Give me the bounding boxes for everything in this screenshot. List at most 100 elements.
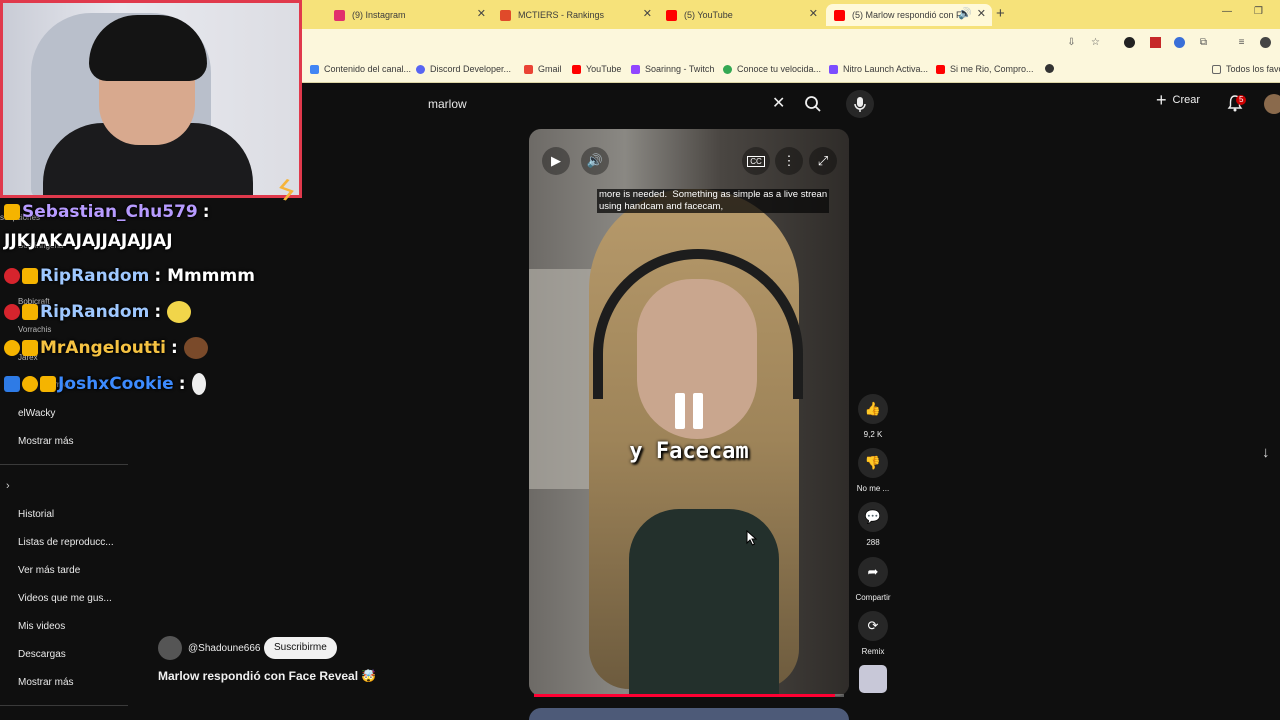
pause-icon[interactable] [667, 389, 711, 433]
instagram-icon [334, 9, 345, 21]
bookmark[interactable]: Nitro Launch Activa... [829, 64, 928, 74]
search-icon[interactable] [804, 95, 822, 113]
bookmark[interactable]: Si me Rio, Compro... [936, 64, 1034, 74]
remix-icon: ⟳ [867, 618, 879, 633]
sidebar-item-my-videos[interactable]: Mis videos [18, 621, 65, 632]
tab-mctiers[interactable]: MCTIERS - Rankings ✕ [492, 4, 658, 26]
bookmark[interactable]: Discord Developer... [416, 64, 511, 74]
crown-badge-icon [4, 204, 20, 220]
speaker-icon[interactable]: 🔊 [958, 7, 972, 20]
search-box[interactable] [418, 92, 794, 116]
bookmark[interactable]: Gmail [524, 64, 562, 74]
create-label: Crear [1172, 94, 1201, 106]
sidebar-item-watch-later[interactable]: Ver más tarde [18, 565, 80, 576]
account-avatar[interactable] [1264, 94, 1280, 114]
extension-icon[interactable] [1174, 37, 1185, 48]
tab-marlow-active[interactable]: (5) Marlow respondió con F 🔊 ✕ [826, 4, 992, 26]
chat-username: Sebastian_Chu579 [22, 202, 198, 222]
globe-icon [1045, 64, 1054, 73]
sound-thumbnail[interactable] [859, 665, 887, 693]
like-count: 9,2 K [863, 430, 883, 439]
close-tab-icon[interactable]: ✕ [809, 7, 818, 20]
close-tab-icon[interactable]: ✕ [643, 7, 652, 20]
volume-button[interactable]: 🔊 [581, 147, 609, 175]
tab-label: (9) Instagram [352, 10, 406, 20]
like-button[interactable]: 👍 [858, 394, 888, 424]
fullscreen-button[interactable]: ⤢ [809, 147, 837, 175]
minion-emote-icon [167, 301, 192, 323]
twitch-icon [631, 64, 640, 74]
share-button[interactable]: ➦ [858, 557, 888, 587]
video-caption: more is needed. Something as simple as a… [597, 189, 830, 213]
captions-button[interactable]: CC [742, 147, 770, 175]
bookmark-label: Gmail [538, 64, 562, 74]
shorts-player[interactable]: ▶ 🔊 CC ⋮ ⤢ more is needed. Something as … [529, 129, 849, 696]
tab-instagram[interactable]: (9) Instagram ✕ [326, 4, 492, 26]
next-short-preview[interactable] [529, 708, 849, 720]
more-vert-icon: ⋮ [782, 153, 796, 168]
dislike-button[interactable]: 👎 [858, 448, 888, 478]
sidebar-item-liked[interactable]: Videos que me gus... [18, 593, 112, 604]
channel-name[interactable]: @Shadoune666 [188, 643, 260, 654]
sidebar-show-more[interactable]: Mostrar más [18, 677, 74, 688]
more-options-button[interactable]: ⋮ [775, 147, 803, 175]
comment-icon: 💬 [864, 509, 882, 524]
install-icon[interactable]: ⇩ [1066, 37, 1077, 48]
bookmarks-folder[interactable]: Todos los favo [1212, 64, 1280, 74]
bookmark-label: Discord Developer... [430, 64, 512, 74]
bookmark-label: YouTube [586, 64, 622, 74]
new-tab-icon[interactable]: + [996, 5, 1005, 22]
create-button[interactable]: + Crear [1156, 91, 1201, 109]
clear-search-icon[interactable]: ✕ [772, 93, 785, 113]
arrow-down-icon[interactable]: ↓ [1262, 444, 1270, 461]
sidebar-item-downloads[interactable]: Descargas [18, 649, 66, 660]
chat-text: Mmmmm [167, 266, 255, 286]
share-label: Compartir [855, 593, 891, 602]
voice-search-button[interactable] [846, 90, 874, 118]
bookmark[interactable]: Soarinng - Twitch [631, 64, 714, 74]
extension-icon[interactable] [1150, 37, 1161, 48]
sidebar-item-playlists[interactable]: Listas de reproducc... [18, 537, 114, 548]
extension-icon[interactable] [1124, 37, 1135, 48]
bookmark[interactable]: Contenido del canal... [310, 64, 411, 74]
volume-icon: 🔊 [586, 153, 604, 168]
sidebar-item-elwacky[interactable]: elWacky [18, 408, 55, 419]
short-title[interactable]: Marlow respondió con Face Reveal 🤯 [158, 669, 376, 683]
star-icon[interactable]: ☆ [1090, 37, 1101, 48]
mic-icon [854, 97, 866, 112]
youtube-icon [666, 9, 677, 21]
progress-bar[interactable] [534, 694, 844, 697]
sidebar-show-more[interactable]: Mostrar más [18, 436, 74, 447]
address-bar[interactable]: ⇩ ☆ ⧉ ≡ [300, 29, 1280, 57]
bookmark[interactable]: Conoce tu velocida... [723, 64, 821, 74]
remix-button[interactable]: ⟳ [858, 611, 888, 641]
subscribe-button[interactable]: Suscribirme [264, 637, 337, 659]
play-button[interactable]: ▶ [542, 147, 570, 175]
tab-youtube[interactable]: (5) YouTube ✕ [658, 4, 824, 26]
maximize-icon[interactable]: ❐ [1254, 6, 1263, 17]
mouse-cursor-icon [746, 530, 758, 546]
cc-icon: CC [747, 155, 765, 167]
bookmark[interactable]: YouTube [572, 64, 621, 74]
strawberry-badge-icon [4, 304, 20, 320]
tab-label: (5) Marlow respondió con F [852, 10, 962, 20]
bookmark[interactable] [1045, 64, 1059, 73]
chat-separator: : [202, 202, 210, 222]
puzzle-icon[interactable]: ⧉ [1198, 37, 1209, 48]
sidebar-item-historial[interactable]: Historial [18, 509, 54, 520]
chat-text: JJKJAKAJAJJAJAJJAJ [4, 231, 173, 251]
close-tab-icon[interactable]: ✕ [477, 7, 486, 20]
search-input[interactable]: marlow [428, 97, 467, 111]
minimize-icon[interactable]: — [1222, 6, 1232, 17]
channel-avatar[interactable] [158, 636, 182, 660]
profile-icon[interactable] [1260, 37, 1271, 48]
one-badge-icon [4, 340, 20, 356]
chat-message: JoshxCookie : [4, 373, 206, 395]
crown-badge-icon [22, 304, 38, 320]
menu-icon[interactable]: ≡ [1236, 37, 1247, 48]
comments-button[interactable]: 💬 [858, 502, 888, 532]
chevron-right-icon[interactable]: › [6, 480, 10, 492]
verified-badge-icon [4, 376, 20, 392]
chat-separator: : [178, 374, 186, 394]
close-tab-icon[interactable]: ✕ [977, 7, 986, 20]
